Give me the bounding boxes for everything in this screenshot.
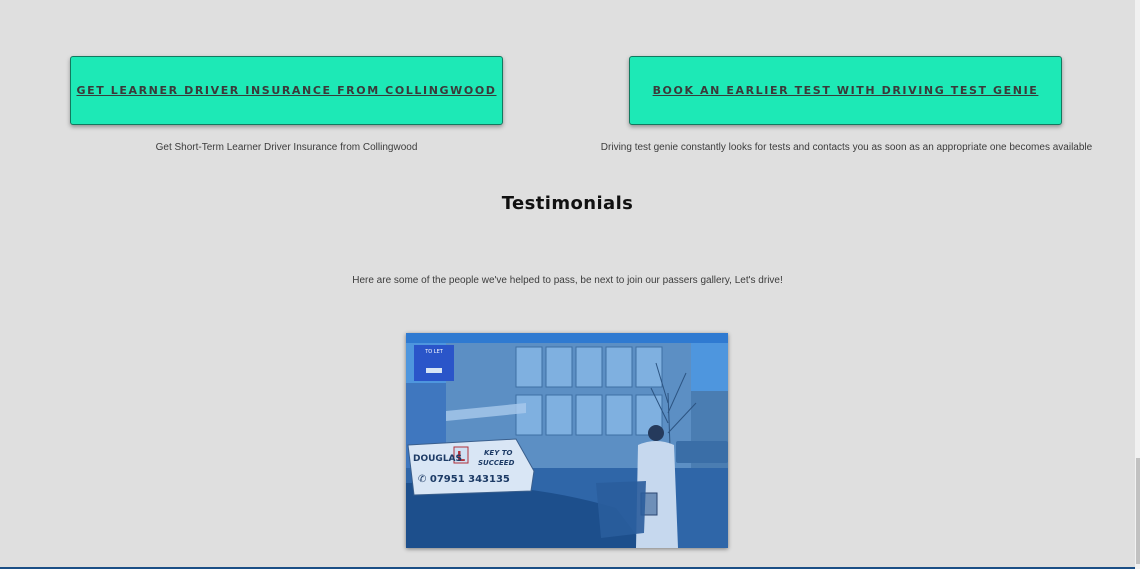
to-let-board-text: TO LET	[424, 349, 444, 355]
testimonial-photo-image: TO LET L DOUGLAS KEY TO SUCCEED ✆ 07951 …	[406, 333, 728, 548]
test-genie-caption: Driving test genie constantly looks for …	[600, 142, 1093, 153]
scrollbar[interactable]	[1135, 0, 1140, 569]
sign-line3: SUCCEED	[478, 459, 515, 467]
testimonial-photo[interactable]: TO LET L DOUGLAS KEY TO SUCCEED ✆ 07951 …	[406, 333, 728, 548]
driving-test-genie-button[interactable]: Book an Earlier Test with Driving Test G…	[629, 56, 1062, 125]
learner-insurance-button[interactable]: Get Learner Driver Insurance from Collin…	[70, 56, 503, 125]
sign-line2: KEY TO	[484, 449, 512, 457]
testimonials-heading: Testimonials	[501, 193, 634, 214]
scrollbar-thumb[interactable]	[1136, 458, 1140, 564]
testimonials-intro: Here are some of the people we've helped…	[352, 275, 783, 286]
sign-phone: ✆ 07951 343135	[418, 474, 510, 485]
insurance-caption: Get Short-Term Learner Driver Insurance …	[155, 142, 418, 153]
page: Get Learner Driver Insurance from Collin…	[0, 0, 1140, 569]
sign-line1: DOUGLAS	[413, 454, 462, 464]
